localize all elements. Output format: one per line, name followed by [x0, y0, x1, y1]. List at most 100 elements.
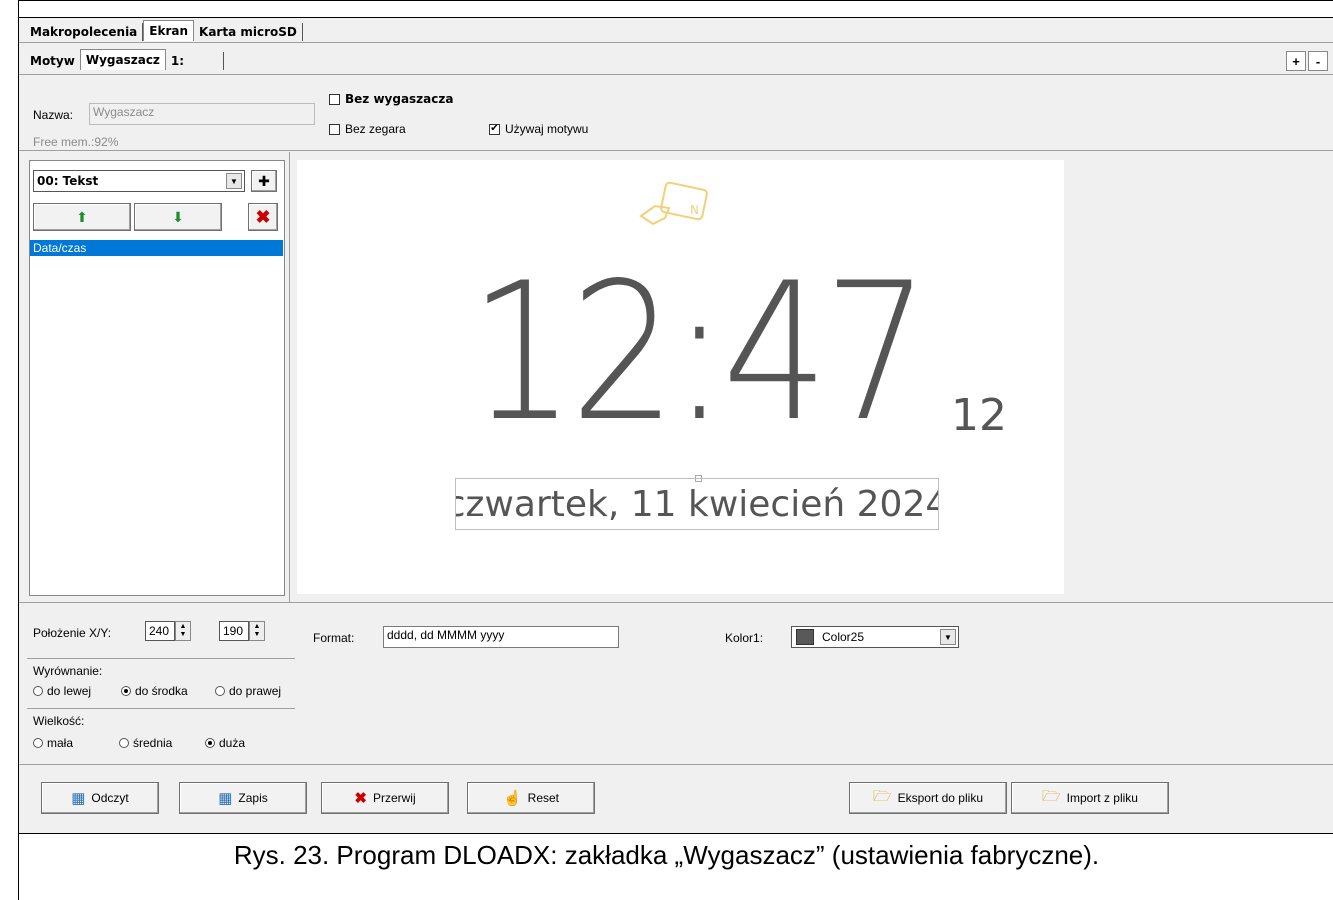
delete-element-button[interactable]: ✖	[248, 203, 278, 231]
arrow-up-icon: ⬆	[76, 208, 88, 225]
name-field[interactable]: Wygaszacz	[89, 103, 315, 125]
align-left-radio[interactable]: do lewej	[33, 684, 91, 698]
align-center-radio[interactable]: do środka	[121, 684, 188, 698]
tab-wygaszacz[interactable]: Wygaszacz	[79, 49, 166, 70]
name-label: Nazwa:	[33, 108, 74, 122]
no-screensaver-label: Bez wygaszacza	[345, 92, 454, 106]
size-large-label: duża	[219, 736, 246, 750]
tab-add-remove: + -	[1286, 51, 1328, 71]
proximity-card-icon: N	[639, 181, 708, 226]
radio-circle	[121, 686, 131, 696]
radio-circle	[33, 686, 43, 696]
list-item[interactable]: Data/czas	[30, 240, 283, 256]
move-up-button[interactable]: ⬆	[33, 203, 131, 231]
plus-icon: ✚	[258, 172, 270, 189]
spin-arrows-icon[interactable]: ▲ ▼	[249, 621, 265, 641]
tab-karta-microsd[interactable]: Karta microSD	[194, 23, 303, 41]
tab-ekran[interactable]: Ekran	[143, 20, 195, 41]
figure-caption: Rys. 23. Program DLOADX: zakładka „Wygas…	[233, 840, 1100, 870]
no-clock-label: Bez zegara	[345, 122, 406, 136]
abort-button[interactable]: ✖ Przerwij	[321, 782, 449, 814]
buttonbar-divider	[19, 764, 1333, 765]
checkbox-box	[329, 123, 340, 135]
preview-time: 12:47	[469, 242, 930, 463]
preview-date[interactable]: czwartek, 11 kwiecień 2024	[455, 478, 939, 530]
position-label: Położenie X/Y:	[33, 626, 112, 640]
color-value: Color25	[822, 630, 865, 644]
tab-screensaver-1[interactable]: 1:	[166, 52, 224, 70]
write-button-label: Zapis	[238, 791, 268, 805]
import-button[interactable]: 🗁 Import z pliku	[1011, 782, 1169, 814]
delete-icon: ✖	[255, 206, 271, 227]
svg-text:N: N	[690, 203, 699, 217]
pos-x-spinner[interactable]: 240 ▲ ▼	[145, 621, 191, 641]
format-field[interactable]: dddd, dd MMMM yyyy	[383, 626, 619, 648]
align-left-label: do lewej	[47, 684, 92, 698]
size-small-radio[interactable]: mała	[33, 736, 73, 750]
app-window: Makropolecenia Ekran Karta microSD Motyw…	[18, 17, 1333, 834]
calculator-icon: ▦	[71, 790, 86, 807]
element-type-select[interactable]: 00: Tekst ▼	[33, 170, 245, 192]
no-clock-checkbox[interactable]: Bez zegara	[329, 122, 406, 136]
chevron-down-icon: ▼	[226, 173, 242, 189]
align-label: Wyrównanie:	[33, 664, 103, 678]
size-medium-label: średnia	[133, 736, 173, 750]
checkbox-box	[329, 93, 340, 105]
read-button[interactable]: ▦ Odczyt	[41, 782, 159, 814]
write-button[interactable]: ▦ Zapis	[179, 782, 307, 814]
radio-circle	[205, 738, 215, 748]
reset-button[interactable]: ☝ Reset	[467, 782, 595, 814]
tab-makropolecenia[interactable]: Makropolecenia	[25, 23, 144, 41]
header-divider	[19, 150, 1333, 151]
size-medium-radio[interactable]: średnia	[119, 736, 172, 750]
folder-export-icon: 🗁	[873, 787, 892, 805]
export-button-label: Eksport do pliku	[897, 791, 983, 805]
color-label: Kolor1:	[725, 631, 764, 645]
add-tab-button[interactable]: +	[1286, 51, 1306, 71]
color-swatch	[796, 629, 814, 645]
align-center-label: do środka	[135, 684, 188, 698]
abort-button-label: Przerwij	[372, 791, 416, 805]
chevron-down-icon: ▼	[940, 629, 956, 645]
size-large-radio[interactable]: duża	[205, 736, 245, 750]
size-small-label: mała	[47, 736, 74, 750]
format-label: Format:	[313, 631, 355, 645]
read-button-label: Odczyt	[91, 791, 129, 805]
size-label: Wielkość:	[33, 714, 85, 728]
export-button[interactable]: 🗁 Eksport do pliku	[849, 782, 1007, 814]
panel-splitter	[289, 152, 290, 602]
subtabstrip-divider	[19, 74, 1333, 75]
reset-icon: ☝	[502, 790, 522, 807]
use-theme-checkbox[interactable]: ✔ Używaj motywu	[489, 122, 588, 136]
element-type-value: 00: Tekst	[37, 174, 99, 188]
radio-circle	[119, 738, 129, 748]
pos-x-value[interactable]: 240	[145, 621, 175, 641]
no-screensaver-checkbox[interactable]: Bez wygaszacza	[329, 92, 453, 106]
outer-top-border	[18, 0, 1333, 1]
remove-tab-button[interactable]: -	[1308, 51, 1328, 71]
folder-import-icon: 🗁	[1042, 787, 1061, 805]
tabstrip-divider	[19, 42, 1333, 43]
tab-motyw[interactable]: Motyw	[25, 52, 80, 70]
pos-y-value[interactable]: 190	[219, 621, 249, 641]
color-select[interactable]: Color25 ▼	[791, 626, 959, 648]
abort-icon: ✖	[354, 790, 367, 807]
main-tabstrip: Makropolecenia Ekran Karta microSD	[25, 20, 303, 41]
sub-tabstrip: Motyw Wygaszacz 1:	[25, 49, 224, 70]
align-divider	[27, 658, 295, 659]
calculator-icon: ▦	[218, 790, 233, 807]
move-down-button[interactable]: ⬇	[134, 203, 222, 231]
align-right-label: do prawej	[229, 684, 282, 698]
import-button-label: Import z pliku	[1066, 791, 1138, 805]
preview-seconds: 12	[951, 390, 1007, 441]
pos-y-spinner[interactable]: 190 ▲ ▼	[219, 621, 265, 641]
add-element-button[interactable]: ✚	[251, 170, 277, 192]
size-divider	[27, 708, 295, 709]
spin-arrows-icon[interactable]: ▲ ▼	[175, 621, 191, 641]
align-right-radio[interactable]: do prawej	[215, 684, 281, 698]
free-memory-label: Free mem.:92%	[33, 135, 119, 149]
reset-button-label: Reset	[527, 791, 560, 805]
checkmark-icon: ✔	[489, 123, 500, 135]
arrow-down-icon: ⬇	[172, 208, 184, 225]
properties-divider	[19, 602, 1333, 603]
